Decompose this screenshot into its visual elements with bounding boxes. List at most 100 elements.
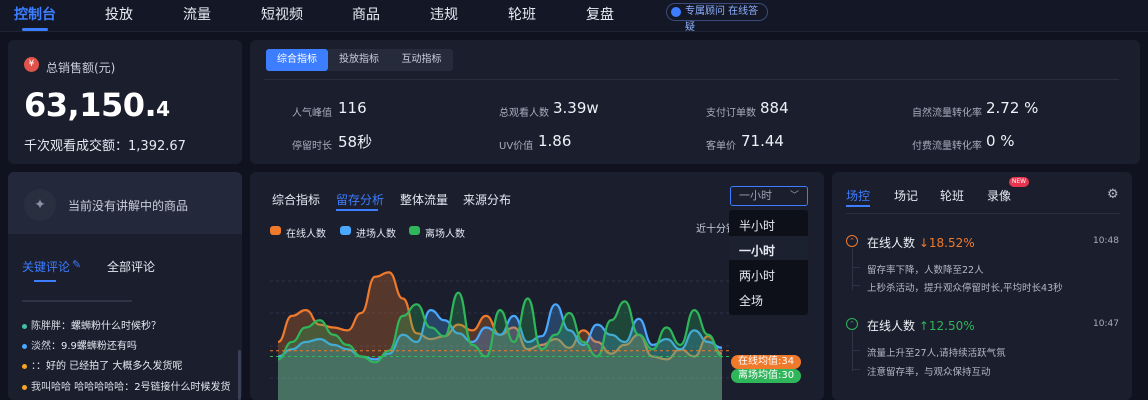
nav-item-short-video[interactable]: 短视频 [261, 4, 303, 24]
comment-scroll-fade [22, 300, 132, 302]
option-full-session[interactable]: 全场 [739, 292, 763, 309]
comment-separator: ： [51, 341, 61, 352]
legend-swatch-entry [340, 226, 351, 235]
metric-label-stay: 停留时长 [292, 141, 332, 152]
nav-item-shifts[interactable]: 轮班 [508, 4, 536, 24]
metric-value-stay: 58秒 [338, 133, 373, 151]
legend-swatch-online [270, 226, 281, 235]
timeline-event: 留存率下降，人数降至22人 [867, 265, 984, 276]
nav-item-console[interactable]: 控制台 [14, 4, 56, 24]
metric-value-peak: 116 [338, 99, 367, 117]
chart-tab-indicator [336, 209, 378, 211]
sales-title: 总销售额(元) [46, 61, 116, 75]
sales-value: 63,150.4 [24, 86, 170, 124]
timeline-change-up: ↑12.50% [918, 319, 975, 333]
trend-down-icon: ⌃ [846, 235, 858, 247]
comment-dot [22, 363, 27, 369]
chat-icon [671, 7, 681, 17]
metric-value-viewers: 3.39w [553, 99, 599, 117]
comment-text: 好的 已经拍了 大概多久发货呢 [46, 361, 183, 372]
metric-label-peak: 人气峰值 [292, 108, 332, 119]
recent-label: 近十分钟 [696, 224, 730, 235]
timeline-title-2: 在线人数 ↑12.50% [867, 317, 975, 334]
timeline-title-1: 在线人数 ↓18.52% [867, 234, 975, 251]
tab-overall-metrics[interactable]: 综合指标 [266, 49, 328, 71]
tab-chart-overall[interactable]: 综合指标 [272, 191, 320, 208]
metric-value-natural-conv: 2.72 % [986, 99, 1039, 117]
tab-overall-traffic[interactable]: 整体流量 [400, 191, 448, 208]
timeline-title-label: 在线人数 [867, 236, 916, 250]
tab-source-distribution[interactable]: 来源分布 [463, 191, 511, 208]
timeline-tick [852, 267, 860, 268]
no-product-text: 当前没有讲解中的商品 [68, 199, 189, 213]
metric-label-orders: 支付订单数 [706, 108, 756, 119]
chevron-down-icon: ﹀ [789, 191, 799, 201]
tab-retention[interactable]: 留存分析 [336, 191, 384, 208]
currency-icon: ¥ [24, 57, 39, 72]
comment-user: 淡然 [31, 341, 51, 352]
sales-value-main: 63,150. [24, 86, 157, 124]
tab-interaction-metrics[interactable]: 互动指标 [390, 49, 453, 71]
comment-row: ：：好的 已经拍了 大概多久发货呢 [22, 357, 182, 372]
tab-key-comments[interactable]: 关键评论 [22, 258, 70, 275]
legend-swatch-exit [409, 226, 420, 235]
timeline-change-down: ↓18.52% [918, 236, 975, 250]
comment-dot [22, 343, 27, 349]
timeline-tick [852, 285, 860, 286]
legend-entry-label: 进场人数 [356, 229, 396, 240]
time-range-select[interactable]: 一小时 ﹀ [730, 186, 808, 206]
option-half-hour[interactable]: 半小时 [739, 217, 775, 234]
timeline-event: 上秒杀活动，提升观众停留时长,平均时长43秒 [867, 283, 1063, 294]
metric-value-uv: 1.86 [538, 132, 572, 150]
nav-item-review[interactable]: 复盘 [586, 4, 614, 24]
time-range-value: 一小时 [739, 189, 772, 202]
right-divider [846, 213, 1120, 214]
sales-value-decimal: 4 [156, 97, 170, 121]
comment-dot [22, 384, 27, 390]
option-two-hours[interactable]: 两小时 [739, 267, 775, 284]
legend-online-label: 在线人数 [286, 229, 326, 240]
tab-field-notes[interactable]: 场记 [894, 187, 918, 204]
timeline-time-1: 10:48 [1093, 236, 1119, 246]
timeline-title-label: 在线人数 [867, 319, 916, 333]
comment-text: 2号链接什么时候发货 [134, 382, 231, 393]
comment-tab-indicator [34, 280, 56, 282]
metric-value-aov: 71.44 [741, 132, 784, 150]
option-one-hour[interactable]: 一小时 [739, 242, 775, 259]
advisor-label: 专属顾问 在线答疑 [685, 6, 759, 33]
nav-item-traffic[interactable]: 流量 [183, 4, 211, 24]
edit-icon[interactable]: ✎ [72, 258, 81, 271]
comment-row: 淡然：9.9螺蛳粉还有吗 [22, 337, 137, 352]
comment-text: 螺蛳粉什么时候秒？ [71, 321, 161, 332]
metric-label-paid-conv: 付费流量转化率 [912, 141, 982, 152]
comment-scrollbar[interactable] [238, 350, 241, 400]
gear-icon[interactable]: ⚙ [1107, 187, 1119, 202]
comment-dot [22, 323, 27, 329]
comment-separator: ： [61, 321, 71, 332]
sales-sub-label: 千次观看成交额： [24, 139, 129, 154]
tab-shift[interactable]: 轮班 [940, 187, 964, 204]
retention-chart [270, 271, 730, 400]
comment-row: 我叫哈哈 哈哈哈哈哈：2号链接什么时候发货 [22, 378, 231, 393]
trend-up-icon: ⌃ [846, 318, 858, 330]
tab-recording[interactable]: 录像 [987, 187, 1011, 204]
tab-field-control[interactable]: 场控 [846, 187, 870, 204]
advisor-button[interactable]: 专属顾问 在线答疑 [666, 3, 768, 33]
comment-user: 我叫哈哈 哈哈哈哈哈 [31, 382, 125, 393]
sales-sub-value: 1,392.67 [128, 139, 186, 154]
tab-all-comments[interactable]: 全部评论 [107, 258, 155, 275]
nav-item-ads[interactable]: 投放 [105, 4, 133, 24]
metric-label-aov: 客单价 [706, 141, 736, 152]
nav-item-violations[interactable]: 违规 [430, 4, 458, 24]
timeline-time-2: 10:47 [1093, 319, 1119, 329]
metrics-divider [264, 79, 1119, 80]
nav-active-indicator [22, 28, 48, 31]
tab-ad-metrics[interactable]: 投放指标 [328, 49, 390, 71]
metric-label-viewers: 总观看人数 [499, 108, 549, 119]
nav-item-products[interactable]: 商品 [352, 4, 380, 24]
timeline-line-1 [852, 248, 853, 290]
timeline-tick [852, 350, 860, 351]
sales-per-thousand: 千次观看成交额：1,392.67 [24, 135, 186, 154]
legend-exit: 离场人数 [409, 225, 465, 240]
comment-separator: ： [124, 382, 135, 393]
